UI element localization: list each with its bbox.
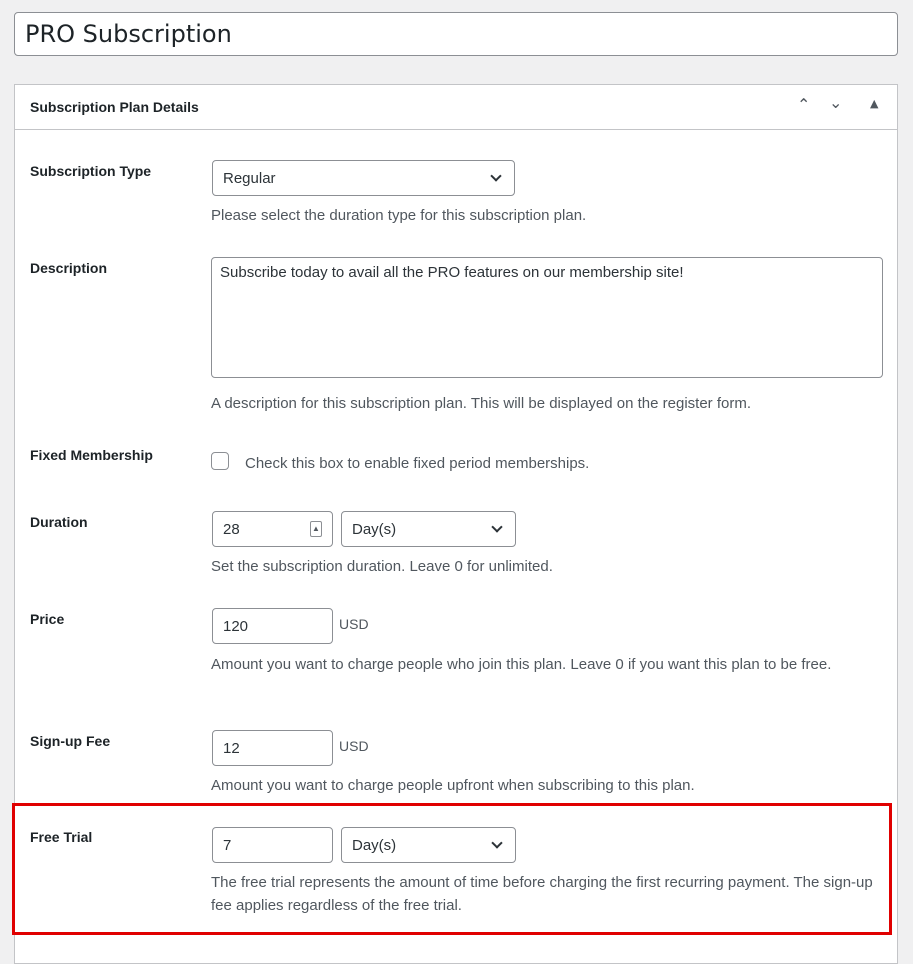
price-help: Amount you want to charge people who joi…: [211, 656, 832, 673]
duration-unit-value: Day(s): [352, 520, 397, 538]
panel-header: Subscription Plan Details ⌃ ⌄ ▲: [15, 85, 897, 130]
subscription-type-label: Subscription Type: [30, 163, 152, 179]
signup-fee-help: Amount you want to charge people upfront…: [211, 777, 695, 794]
fixed-membership-checkbox[interactable]: [211, 452, 229, 470]
plan-title-input[interactable]: PRO Subscription: [14, 12, 898, 56]
subscription-type-help: Please select the duration type for this…: [211, 207, 587, 224]
fixed-membership-text: Check this box to enable fixed period me…: [245, 455, 590, 472]
fixed-membership-label: Fixed Membership: [30, 447, 153, 463]
duration-label: Duration: [30, 514, 88, 530]
price-label: Price: [30, 611, 65, 627]
price-currency: USD: [339, 616, 369, 632]
signup-fee-currency: USD: [339, 738, 369, 754]
description-help: A description for this subscription plan…: [211, 395, 751, 412]
signup-fee-value: 12: [223, 739, 240, 757]
description-textarea[interactable]: Subscribe today to avail all the PRO fea…: [211, 257, 883, 378]
chevron-down-icon: [491, 521, 503, 533]
duration-input[interactable]: 28 ▲: [212, 511, 333, 547]
signup-fee-label: Sign-up Fee: [30, 733, 111, 749]
duration-value: 28: [223, 520, 240, 538]
chevron-down-icon: [490, 170, 502, 182]
subscription-type-select[interactable]: Regular: [212, 160, 515, 196]
highlight-box: [12, 803, 892, 935]
price-value: 120: [223, 617, 249, 635]
move-up-icon[interactable]: ⌃: [797, 95, 810, 114]
collapse-toggle-icon[interactable]: ▲: [870, 97, 878, 110]
subscription-type-value: Regular: [223, 169, 276, 187]
panel-title: Subscription Plan Details: [30, 99, 199, 115]
description-label: Description: [30, 260, 108, 276]
price-input[interactable]: 120: [212, 608, 333, 644]
move-down-icon[interactable]: ⌄: [829, 93, 842, 112]
description-value: Subscribe today to avail all the PRO fea…: [220, 264, 684, 281]
spinner-icon[interactable]: ▲: [310, 521, 322, 537]
signup-fee-input[interactable]: 12: [212, 730, 333, 766]
duration-unit-select[interactable]: Day(s): [341, 511, 516, 547]
duration-help: Set the subscription duration. Leave 0 f…: [211, 558, 553, 575]
